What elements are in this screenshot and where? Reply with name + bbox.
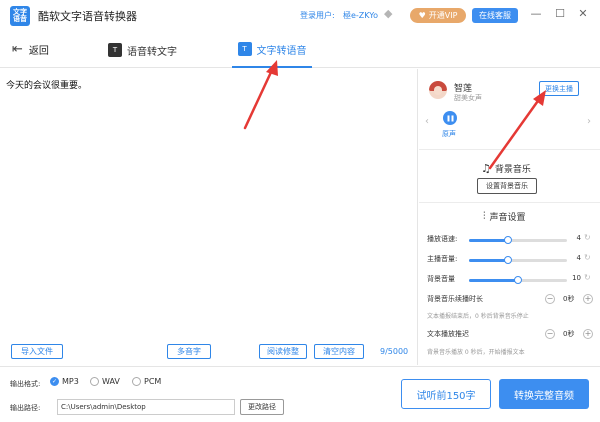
vip-label: 开通VIP <box>428 11 458 20</box>
format-radio-wav[interactable]: WAV <box>90 377 120 386</box>
text-delay-value: 0秒 <box>563 330 575 338</box>
bgm-delay-label: 背景音乐续播时长 <box>427 295 483 303</box>
sound-settings-label: 声音设置 <box>489 213 526 223</box>
minus-icon[interactable]: − <box>545 294 555 304</box>
back-label: 返回 <box>28 46 49 57</box>
change-path-button[interactable]: 更改路径 <box>240 399 284 415</box>
tab-speech-to-text[interactable]: T 语音转文字 <box>108 32 177 68</box>
back-arrow-icon: ⇤ <box>12 42 23 57</box>
slider-knob[interactable] <box>504 236 513 244</box>
open-vip-button[interactable]: ♥ 开通VIP <box>410 8 466 23</box>
app-logo-icon: 文字 语音 <box>10 6 30 26</box>
bg-volume-slider[interactable] <box>469 276 567 284</box>
title-bar: 文字 语音 酷软文字语音转换器 登录用户: 極e-ZKYo ◆ ♥ 开通VIP … <box>0 0 600 31</box>
plus-icon[interactable]: + <box>583 329 593 339</box>
format-mp3-label: MP3 <box>62 377 79 386</box>
volume-label: 主播音量: <box>427 255 458 263</box>
format-radio-pcm[interactable]: PCM <box>132 377 161 386</box>
volume-slider[interactable] <box>469 256 567 264</box>
tab-text-to-speech[interactable]: T 文字转语音 <box>232 32 312 68</box>
bgm-delay-note: 文本播报结束后，0 秒后背景音乐停止 <box>427 313 529 320</box>
login-label: 登录用户: <box>300 11 335 20</box>
polyphone-button[interactable]: 多音字 <box>167 344 211 359</box>
login-username[interactable]: 極e-ZKYo <box>343 10 378 21</box>
slider-knob[interactable] <box>504 256 513 264</box>
bg-volume-value: 10 <box>572 274 581 282</box>
format-radio-mp3[interactable]: ✓ MP3 <box>50 377 79 386</box>
bg-volume-label: 背景音量 <box>427 275 455 283</box>
music-note-icon: ♫ <box>481 162 491 175</box>
set-bgm-button[interactable]: 设置背景音乐 <box>477 178 537 194</box>
editor-text[interactable]: 今天的会议很重要。 <box>6 78 87 91</box>
speech-to-text-icon: T <box>108 43 122 57</box>
volume-slider-row: 主播音量: 4 ↻ <box>427 253 597 266</box>
speed-label: 播放语速: <box>427 235 458 243</box>
heart-icon: ♥ <box>418 11 426 20</box>
tab-label: 文字转语音 <box>256 45 307 57</box>
avatar <box>429 81 447 99</box>
online-service-button[interactable]: 在线客服 <box>472 8 518 23</box>
bg-volume-slider-row: 背景音量 10 ↻ <box>427 273 597 286</box>
convert-button[interactable]: 转换完整音频 <box>499 379 589 409</box>
divider <box>419 149 600 150</box>
tab-label: 语音转文字 <box>127 46 177 58</box>
text-editor-area[interactable]: 今天的会议很重要。 导入文件 多音字 阅读修整 清空内容 9/5000 <box>0 69 418 365</box>
voice-description: 甜美女声 <box>454 94 482 102</box>
chevron-right-icon[interactable]: › <box>587 116 591 127</box>
text-to-speech-icon: T <box>237 42 252 56</box>
settings-panel: 智莲 甜美女声 更换主播 ‹ › ❚❚ 原声 ♫ 背景音乐 设置背景音乐 ⫶ 声… <box>419 69 600 365</box>
chevron-left-icon[interactable]: ‹ <box>425 116 429 127</box>
app-title: 酷软文字语音转换器 <box>38 10 137 23</box>
text-delay-note: 背景音乐播放 0 秒后，开始播报文本 <box>427 349 525 356</box>
preview-button[interactable]: 试听前150字 <box>401 379 491 409</box>
tab-bar: ⇤ 返回 T 语音转文字 T 文字转语音 <box>0 32 600 68</box>
bgm-title: ♫ 背景音乐 <box>481 162 531 175</box>
reset-icon[interactable]: ↻ <box>584 233 591 242</box>
format-wav-label: WAV <box>102 377 120 386</box>
text-delay-label: 文本播放推迟 <box>427 330 469 338</box>
format-pcm-label: PCM <box>144 377 162 386</box>
bgm-delay-row: 背景音乐续播时长 − 0秒 + <box>427 294 597 306</box>
pause-icon[interactable]: ❚❚ <box>443 111 457 125</box>
check-icon: ✓ <box>50 377 59 386</box>
maximize-icon[interactable]: ☐ <box>553 7 567 21</box>
output-bar: 输出格式: ✓ MP3 WAV PCM 输出路径: C:\Users\admin… <box>0 366 600 422</box>
path-label: 输出路径: <box>10 404 41 412</box>
back-button[interactable]: ⇤ 返回 <box>12 42 49 57</box>
sound-settings-title: ⫶ 声音设置 <box>483 210 526 223</box>
import-file-button[interactable]: 导入文件 <box>11 344 63 359</box>
minimize-icon[interactable]: — <box>529 7 543 21</box>
speed-slider-row: 播放语速: 4 ↻ <box>427 233 597 246</box>
bgm-delay-value: 0秒 <box>563 295 575 303</box>
clear-content-button[interactable]: 清空内容 <box>314 344 364 359</box>
plus-icon[interactable]: + <box>583 294 593 304</box>
char-count: 9/5000 <box>380 347 409 356</box>
minus-icon[interactable]: − <box>545 329 555 339</box>
close-icon[interactable]: ✕ <box>576 7 590 21</box>
proofread-button[interactable]: 阅读修整 <box>259 344 307 359</box>
speed-slider[interactable] <box>469 236 567 244</box>
diamond-icon: ◆ <box>384 7 393 20</box>
text-delay-row: 文本播放推迟 − 0秒 + <box>427 329 597 341</box>
sliders-icon: ⫶ <box>483 211 486 222</box>
change-voice-button[interactable]: 更换主播 <box>539 81 579 96</box>
reset-icon[interactable]: ↻ <box>584 273 591 282</box>
speed-value: 4 <box>576 234 581 242</box>
output-path-input[interactable]: C:\Users\admin\Desktop <box>57 399 235 415</box>
original-voice-label: 原声 <box>442 130 456 138</box>
format-label: 输出格式: <box>10 380 41 388</box>
bgm-title-label: 背景音乐 <box>494 165 531 175</box>
volume-value: 4 <box>576 254 581 262</box>
divider <box>419 202 600 203</box>
slider-knob[interactable] <box>514 276 522 284</box>
reset-icon[interactable]: ↻ <box>584 253 591 262</box>
